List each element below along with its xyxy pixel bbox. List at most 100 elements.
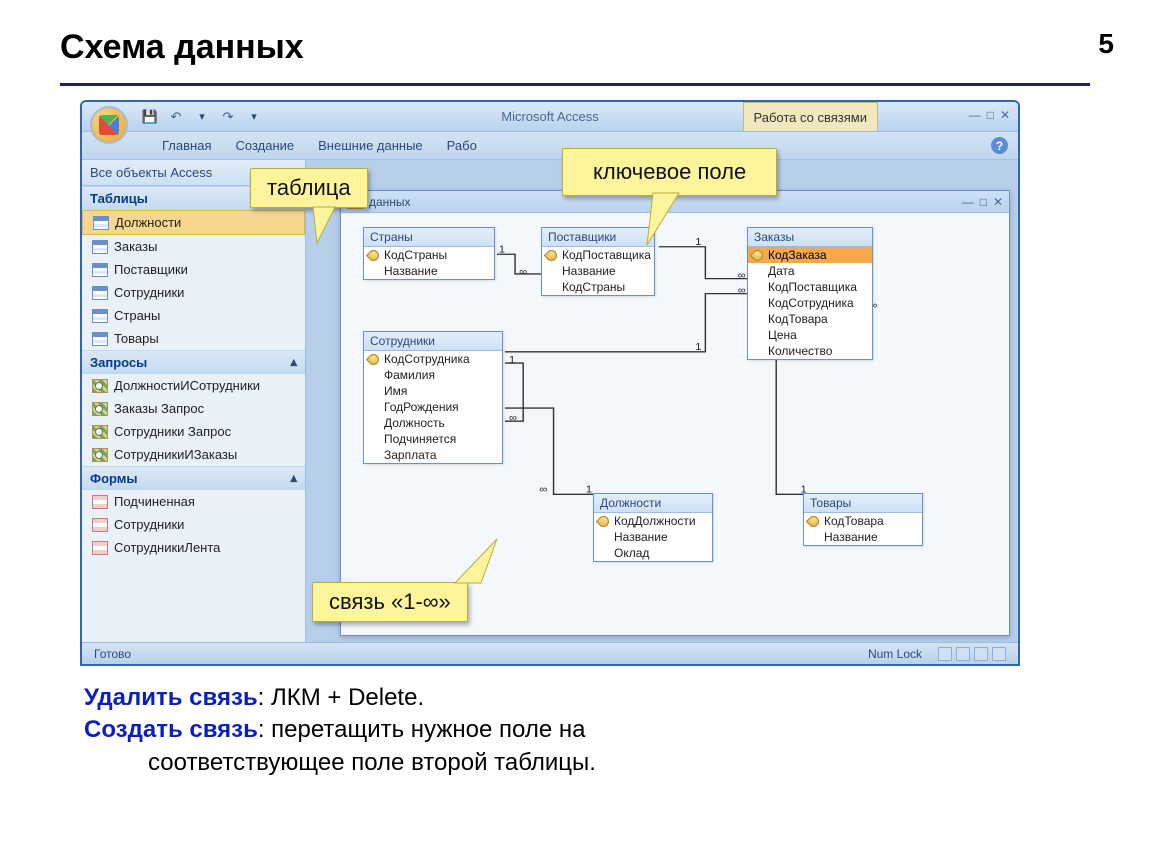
table-icon bbox=[92, 240, 108, 254]
schema-field[interactable]: Подчиняется bbox=[364, 431, 502, 447]
context-tab[interactable]: Работа со связями bbox=[743, 102, 879, 131]
nav-item[interactable]: Сотрудники Запрос bbox=[82, 420, 305, 443]
svg-text:1: 1 bbox=[509, 354, 515, 366]
ribbon-tab-create[interactable]: Создание bbox=[235, 138, 294, 153]
query-icon bbox=[92, 448, 108, 462]
svg-text:1: 1 bbox=[695, 341, 701, 353]
nav-item-label: Должности bbox=[115, 215, 181, 230]
undo-icon[interactable]: ↶ bbox=[166, 107, 186, 127]
svg-text:1: 1 bbox=[586, 484, 592, 496]
nav-item-label: Товары bbox=[114, 331, 159, 346]
ribbon-tab-home[interactable]: Главная bbox=[162, 138, 211, 153]
schema-field[interactable]: КодПоставщика bbox=[748, 279, 872, 295]
schema-field[interactable]: КодСтраны bbox=[542, 279, 654, 295]
save-icon[interactable]: 💾 bbox=[140, 107, 160, 127]
schema-field[interactable]: Название bbox=[542, 263, 654, 279]
nav-item[interactable]: Сотрудники bbox=[82, 281, 305, 304]
titlebar: 💾 ↶ ▾ ↷ ▾ Microsoft Access Работа со свя… bbox=[82, 102, 1018, 132]
callout-key-field: ключевое поле bbox=[562, 148, 777, 196]
table-icon bbox=[92, 332, 108, 346]
nav-item-label: Сотрудники bbox=[114, 517, 184, 532]
schema-field[interactable]: Зарплата bbox=[364, 447, 502, 463]
window-controls: — □ ✕ bbox=[969, 108, 1010, 122]
nav-item[interactable]: Заказы bbox=[82, 235, 305, 258]
nav-item[interactable]: Поставщики bbox=[82, 258, 305, 281]
create-relation-label: Создать связь bbox=[84, 716, 258, 743]
svg-text:∞: ∞ bbox=[539, 484, 547, 496]
ribbon-tab-db-tools[interactable]: Рабо bbox=[447, 138, 477, 153]
child-close-icon[interactable]: ✕ bbox=[993, 195, 1003, 209]
child-maximize-icon[interactable]: □ bbox=[980, 195, 987, 209]
nav-item-label: Сотрудники bbox=[114, 285, 184, 300]
svg-text:1: 1 bbox=[499, 244, 505, 256]
schema-field[interactable]: Должность bbox=[364, 415, 502, 431]
schema-field[interactable]: КодПоставщика bbox=[542, 247, 654, 263]
delete-relation-text: : ЛКМ + Delete. bbox=[258, 684, 424, 711]
maximize-icon[interactable]: □ bbox=[987, 108, 994, 122]
create-relation-text-1: : перетащить нужное поле на bbox=[258, 716, 586, 743]
ribbon-tab-external[interactable]: Внешние данные bbox=[318, 138, 423, 153]
nav-group-header[interactable]: Формы▴ bbox=[82, 466, 305, 490]
redo-icon[interactable]: ↷ bbox=[218, 107, 238, 127]
schema-field[interactable]: КодТовара bbox=[804, 513, 922, 529]
nav-item-label: ДолжностиИСотрудники bbox=[114, 378, 260, 393]
schema-field[interactable]: ГодРождения bbox=[364, 399, 502, 415]
callout-tail-icon bbox=[455, 553, 505, 593]
schema-field[interactable]: Оклад bbox=[594, 545, 712, 561]
schema-field[interactable]: КодСотрудника bbox=[364, 351, 502, 367]
schema-table-postavshiki[interactable]: ПоставщикиКодПоставщикаНазваниеКодСтраны bbox=[541, 227, 655, 296]
nav-item[interactable]: СотрудникиИЗаказы bbox=[82, 443, 305, 466]
child-window-title: данных bbox=[369, 195, 411, 209]
schema-field[interactable]: Количество bbox=[748, 343, 872, 359]
nav-item-label: Страны bbox=[114, 308, 160, 323]
query-icon bbox=[92, 402, 108, 416]
schema-table-tovary[interactable]: ТоварыКодТовараНазвание bbox=[803, 493, 923, 546]
nav-group-header[interactable]: Запросы▴ bbox=[82, 350, 305, 374]
nav-item-label: СотрудникиЛента bbox=[114, 540, 220, 555]
nav-item[interactable]: СотрудникиЛента bbox=[82, 536, 305, 559]
schema-table-strany[interactable]: СтраныКодСтраныНазвание bbox=[363, 227, 495, 280]
schema-field[interactable]: КодДолжности bbox=[594, 513, 712, 529]
nav-item[interactable]: Заказы Запрос bbox=[82, 397, 305, 420]
nav-item[interactable]: Должности bbox=[82, 210, 305, 235]
minimize-icon[interactable]: — bbox=[969, 108, 981, 122]
undo-dropdown-icon[interactable]: ▾ bbox=[192, 107, 212, 127]
schema-table-zakazy[interactable]: ЗаказыКодЗаказаДатаКодПоставщикаКодСотру… bbox=[747, 227, 873, 360]
schema-field[interactable]: КодСотрудника bbox=[748, 295, 872, 311]
schema-table-title: Поставщики bbox=[542, 228, 654, 247]
view-switcher[interactable] bbox=[938, 647, 1006, 661]
nav-item[interactable]: Подчиненная bbox=[82, 490, 305, 513]
help-icon[interactable]: ? bbox=[991, 137, 1008, 154]
close-icon[interactable]: ✕ bbox=[1000, 108, 1010, 122]
schema-field[interactable]: Название bbox=[804, 529, 922, 545]
nav-item-label: Сотрудники Запрос bbox=[114, 424, 231, 439]
schema-field[interactable]: КодЗаказа bbox=[748, 247, 872, 263]
ribbon-tabs: Главная Создание Внешние данные Рабо ? bbox=[82, 132, 1018, 160]
schema-table-sotrudniki[interactable]: СотрудникиКодСотрудникаФамилияИмяГодРожд… bbox=[363, 331, 503, 464]
form-icon bbox=[92, 495, 108, 509]
schema-field[interactable]: Название bbox=[594, 529, 712, 545]
schema-field[interactable]: Дата bbox=[748, 263, 872, 279]
form-icon bbox=[92, 518, 108, 532]
nav-item[interactable]: Товары bbox=[82, 327, 305, 350]
schema-field[interactable]: КодТовара bbox=[748, 311, 872, 327]
office-button[interactable] bbox=[90, 106, 128, 144]
schema-field[interactable]: Имя bbox=[364, 383, 502, 399]
nav-item[interactable]: ДолжностиИСотрудники bbox=[82, 374, 305, 397]
schema-field[interactable]: Цена bbox=[748, 327, 872, 343]
svg-text:∞: ∞ bbox=[738, 285, 746, 297]
relationships-canvas[interactable]: 1 ∞ 1 ∞ 1 ∞ ∞ 1 bbox=[341, 213, 1009, 635]
callout-relation: связь «1-∞» bbox=[312, 582, 468, 622]
schema-table-dolzhnosti[interactable]: ДолжностиКодДолжностиНазваниеОклад bbox=[593, 493, 713, 562]
schema-field[interactable]: Фамилия bbox=[364, 367, 502, 383]
query-icon bbox=[92, 379, 108, 393]
qat-customize-icon[interactable]: ▾ bbox=[244, 107, 264, 127]
navigation-pane: Все объекты Access ▾ « Таблицы▴Должности… bbox=[82, 160, 306, 642]
schema-table-title: Сотрудники bbox=[364, 332, 502, 351]
child-minimize-icon[interactable]: — bbox=[962, 195, 974, 209]
schema-field[interactable]: Название bbox=[364, 263, 494, 279]
nav-item[interactable]: Страны bbox=[82, 304, 305, 327]
schema-field[interactable]: КодСтраны bbox=[364, 247, 494, 263]
access-window: 💾 ↶ ▾ ↷ ▾ Microsoft Access Работа со свя… bbox=[80, 100, 1020, 666]
nav-item[interactable]: Сотрудники bbox=[82, 513, 305, 536]
